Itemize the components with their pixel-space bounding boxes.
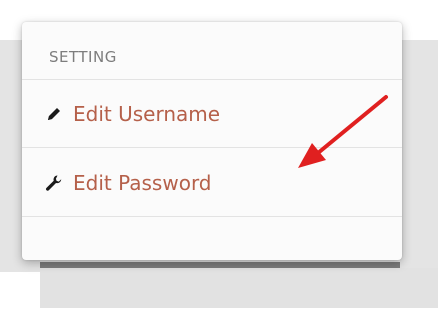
screenshot-stage: SETTING Edit Username Edit Password (0, 0, 438, 331)
edit-username-item[interactable]: Edit Username (22, 80, 402, 148)
edit-password-item[interactable]: Edit Password (22, 149, 402, 217)
pencil-icon (45, 105, 63, 123)
edit-password-label: Edit Password (73, 170, 212, 195)
wrench-icon (45, 174, 63, 192)
menu-header: SETTING (22, 22, 402, 80)
settings-dropdown-menu: SETTING Edit Username Edit Password (22, 22, 402, 260)
background-strip (40, 268, 438, 308)
edit-username-label: Edit Username (73, 101, 221, 126)
